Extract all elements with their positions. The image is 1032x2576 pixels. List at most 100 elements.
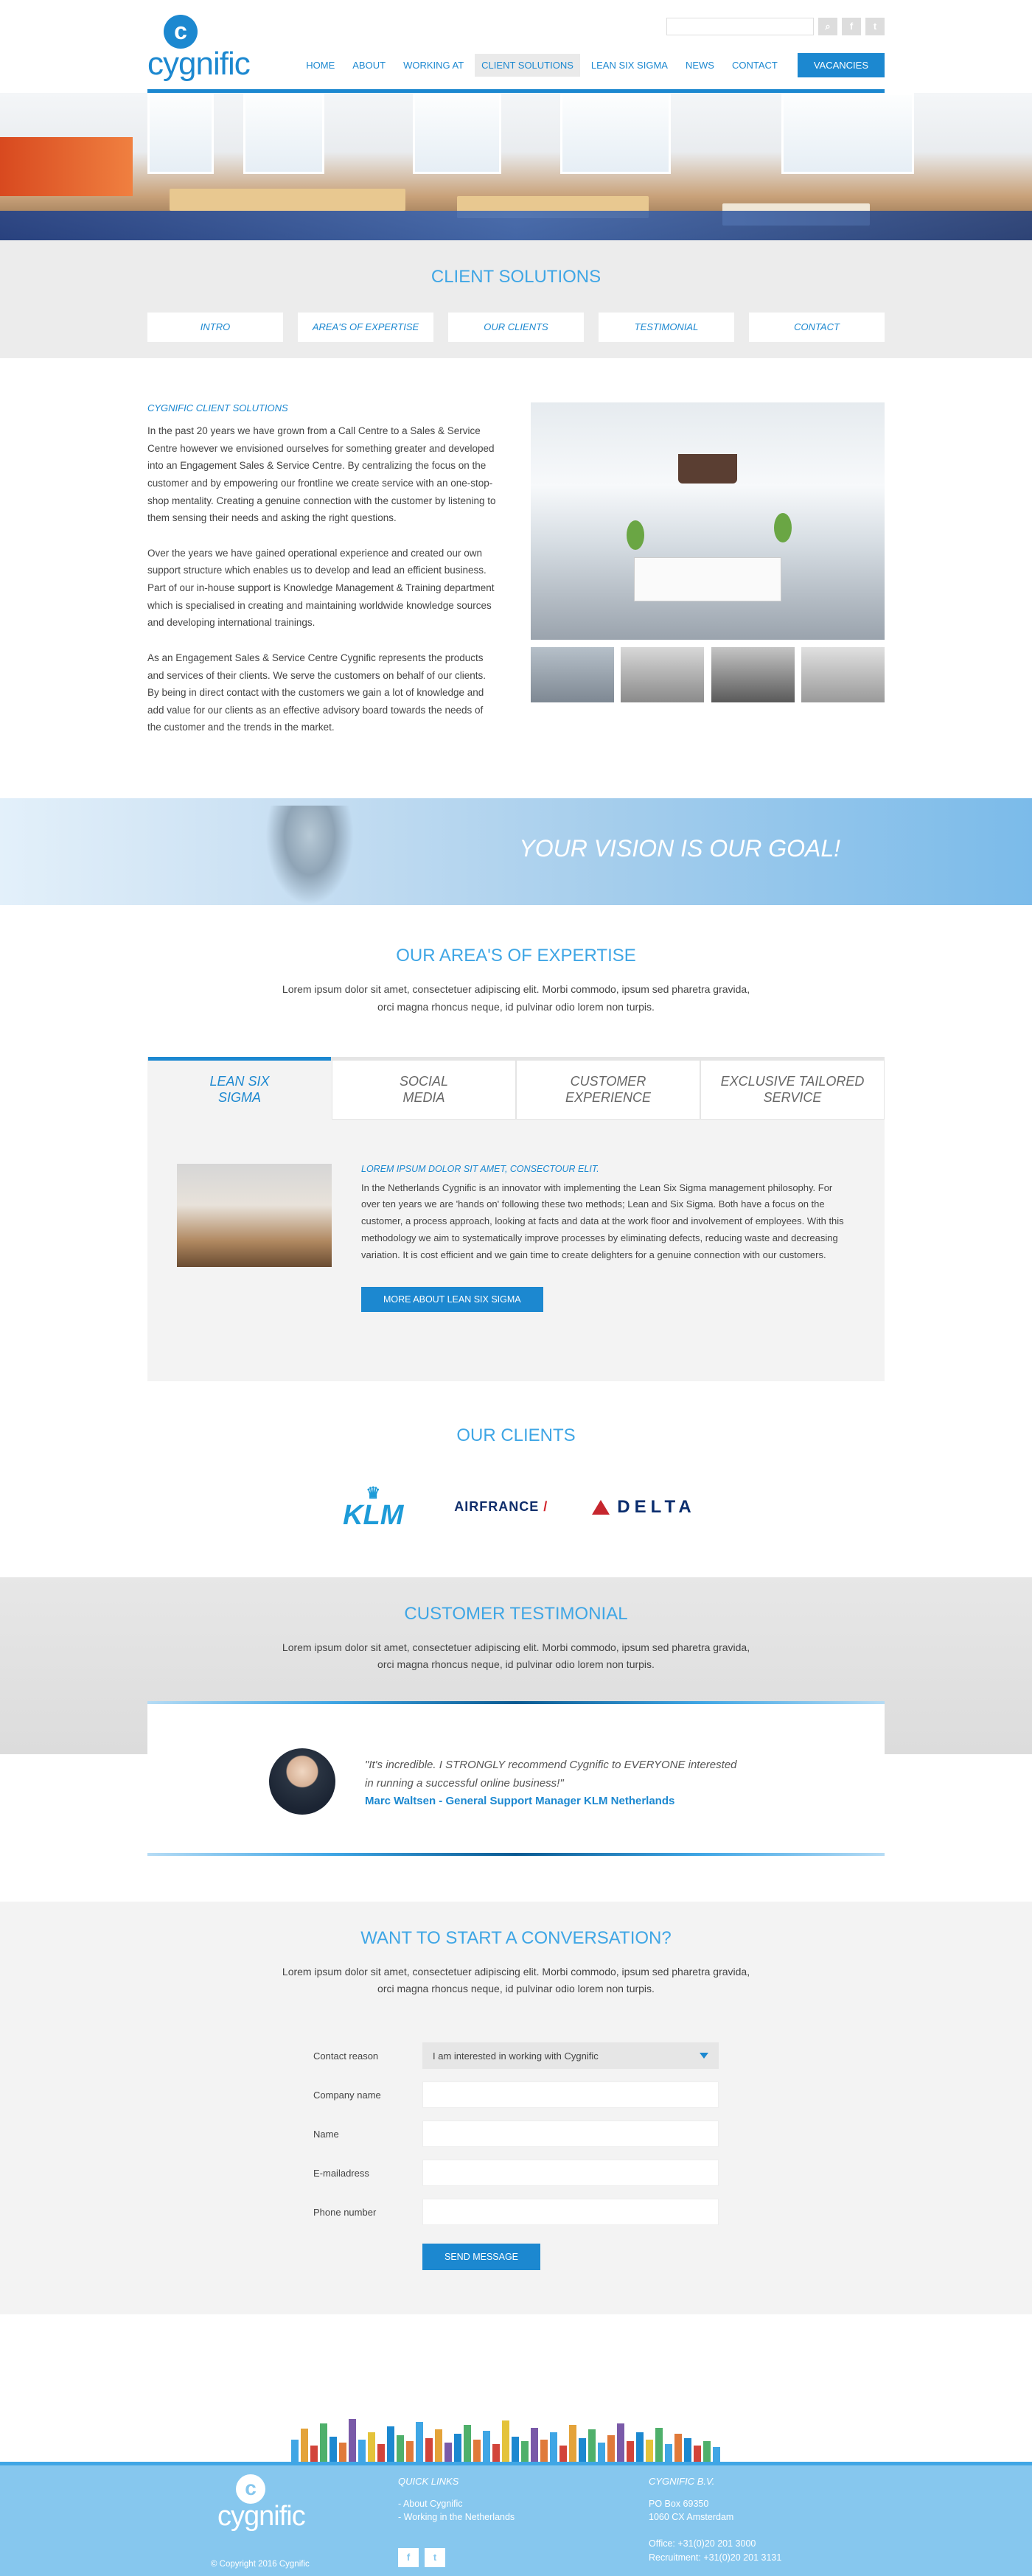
gallery-thumb[interactable]: [801, 647, 885, 702]
tab-panel-image: [177, 1163, 332, 1267]
hero-image: [0, 93, 1032, 240]
tab-panel: LOREM IPSUM DOLOR SIT AMET, CONSECTOUR E…: [147, 1119, 885, 1381]
header-inner: c cygnific ⌕ f t HOME ABOUT WORKING AT C…: [147, 0, 885, 93]
testimonial-card: "It's incredible. I STRONGLY recommend C…: [147, 1700, 885, 1856]
hero-window: [560, 93, 671, 174]
intro-text: CYGNIFIC CLIENT SOLUTIONS In the past 20…: [147, 402, 498, 754]
gallery-thumb[interactable]: [711, 647, 795, 702]
avatar: [269, 1748, 335, 1815]
footer-link-working[interactable]: - Working in the Netherlands: [398, 2510, 515, 2524]
nav-about[interactable]: ABOUT: [346, 54, 392, 77]
contact-intro-line: orci magna rhoncus neque, id pulvinar od…: [377, 1983, 655, 1995]
company-field[interactable]: [422, 2081, 719, 2109]
subnav-intro[interactable]: INTRO: [147, 313, 283, 342]
facebook-icon[interactable]: f: [398, 2548, 419, 2568]
nav-client-solutions[interactable]: CLIENT SOLUTIONS: [475, 54, 580, 77]
gallery-lamp: [678, 454, 737, 484]
clients-title: OUR CLIENTS: [456, 1425, 576, 1445]
footer-link-about[interactable]: - About Cygnific: [398, 2497, 515, 2510]
email-field[interactable]: [422, 2160, 719, 2187]
phone-label: Phone number: [313, 2206, 377, 2218]
twitter-icon[interactable]: t: [865, 18, 885, 35]
phone-field[interactable]: [422, 2199, 719, 2226]
tab-label: SOCIAL: [399, 1073, 449, 1089]
expertise-tabs: LEAN SIX SIGMA SOCIAL MEDIA CUSTOMER EXPERI…: [147, 1056, 885, 1120]
logo-mark: c: [164, 15, 198, 49]
recruitment-phone: Recruitment: +31(0)20 201 3131: [649, 2552, 782, 2563]
send-message-button[interactable]: SEND MESSAGE: [422, 2244, 541, 2271]
nav-lean-six-sigma[interactable]: LEAN SIX SIGMA: [585, 54, 674, 77]
nav-news[interactable]: NEWS: [679, 54, 721, 77]
tab-label: LEAN SIX: [209, 1073, 270, 1089]
gallery-plant: [627, 520, 644, 550]
footer-quick-links: QUICK LINKS - About Cygnific - Working i…: [398, 2476, 515, 2524]
chevron-down-icon: [700, 2053, 708, 2059]
gallery-main-image: [531, 402, 885, 640]
facebook-icon[interactable]: f: [842, 18, 861, 35]
airfrance-wordmark: AIRFRANCE: [454, 1499, 540, 1515]
tab-social-media[interactable]: SOCIAL MEDIA: [332, 1060, 516, 1120]
subnav-testimonial[interactable]: TESTIMONIAL: [599, 313, 734, 342]
site-header: c cygnific ⌕ f t HOME ABOUT WORKING AT C…: [0, 0, 1032, 93]
expertise-intro: Lorem ipsum dolor sit amet, consectetuer…: [147, 981, 885, 1016]
copyright: © Copyright 2016 Cygnific: [211, 2560, 310, 2569]
footer-social: f t: [398, 2548, 445, 2568]
contact-reason-value: I am interested in working with Cygnific: [433, 2050, 599, 2062]
delta-widget-icon: [592, 1499, 610, 1515]
tab-label: EXPERIENCE: [565, 1090, 652, 1106]
subnav-clients[interactable]: OUR CLIENTS: [448, 313, 584, 342]
expertise-intro-line: Lorem ipsum dolor sit amet, consectetuer…: [282, 983, 750, 995]
gallery-thumb[interactable]: [621, 647, 705, 702]
search-icon[interactable]: ⌕: [818, 18, 837, 35]
site-footer: c cygnific © Copyright 2016 Cygnific QUI…: [0, 2462, 1032, 2576]
vision-person-image: [265, 806, 354, 905]
search-input[interactable]: [666, 18, 814, 35]
name-label: Name: [313, 2128, 339, 2140]
contact-intro: Lorem ipsum dolor sit amet, consectetuer…: [147, 1964, 885, 1999]
testimonial-intro-line: orci magna rhoncus neque, id pulvinar od…: [377, 1658, 655, 1671]
subnav-expertise[interactable]: AREA'S OF EXPERTISE: [298, 313, 433, 342]
expertise-section: OUR AREA'S OF EXPERTISE Lorem ipsum dolo…: [147, 905, 885, 1381]
intro-paragraph: In the past 20 years we have grown from …: [147, 425, 496, 524]
contact-section: WANT TO START A CONVERSATION? Lorem ipsu…: [0, 1901, 1032, 2315]
subnav-contact[interactable]: CONTACT: [749, 313, 885, 342]
address-line: 1060 CX Amsterdam: [649, 2512, 734, 2523]
hero-floor: [0, 211, 1032, 240]
klm-logo: ♛ KLM: [336, 1484, 410, 1529]
gallery-plant: [774, 513, 792, 542]
email-label: E-mailadress: [313, 2167, 369, 2179]
nav-home[interactable]: HOME: [299, 54, 341, 77]
section-subnav: INTRO AREA'S OF EXPERTISE OUR CLIENTS TE…: [147, 313, 885, 342]
vacancies-button[interactable]: VACANCIES: [797, 53, 885, 77]
tab-label: EXCLUSIVE TAILORED: [720, 1073, 865, 1089]
hero-window: [147, 93, 214, 174]
expertise-title: OUR AREA'S OF EXPERTISE: [396, 946, 636, 966]
gallery-thumb[interactable]: [531, 647, 614, 702]
more-lean-six-sigma-button[interactable]: MORE ABOUT LEAN SIX SIGMA: [361, 1287, 543, 1313]
testimonial-title: CUSTOMER TESTIMONIAL: [404, 1603, 628, 1624]
intro-heading: CYGNIFIC CLIENT SOLUTIONS: [147, 402, 288, 413]
hero-red-bench: [0, 137, 133, 196]
main-nav: HOME ABOUT WORKING AT CLIENT SOLUTIONS L…: [299, 53, 885, 77]
quote-text: "It's incredible. I STRONGLY recommend C…: [365, 1758, 737, 1790]
tab-exclusive-tailored-service[interactable]: EXCLUSIVE TAILORED SERVICE: [700, 1060, 885, 1120]
address-line: PO Box 69350: [649, 2499, 709, 2510]
tab-panel-text: In the Netherlands Cygnific is an innova…: [361, 1181, 844, 1260]
tab-panel-heading: LOREM IPSUM DOLOR SIT AMET, CONSECTOUR E…: [361, 1163, 599, 1174]
hero-window: [413, 93, 501, 174]
name-field[interactable]: [422, 2121, 719, 2148]
skyline-illustration: [0, 2314, 1032, 2462]
delta-wordmark: DELTA: [617, 1496, 696, 1517]
nav-working-at[interactable]: WORKING AT: [397, 54, 470, 77]
tab-lean-six-sigma[interactable]: LEAN SIX SIGMA: [147, 1056, 332, 1120]
hero-window: [243, 93, 324, 174]
testimonial-quote: "It's incredible. I STRONGLY recommend C…: [365, 1756, 748, 1807]
delta-logo: DELTA: [592, 1497, 695, 1518]
nav-contact[interactable]: CONTACT: [725, 54, 784, 77]
footer-logo[interactable]: c cygnific: [206, 2474, 317, 2533]
contact-reason-select[interactable]: I am interested in working with Cygnific: [422, 2042, 719, 2070]
tab-customer-experience[interactable]: CUSTOMER EXPERIENCE: [516, 1060, 700, 1120]
twitter-icon[interactable]: t: [425, 2548, 445, 2568]
site-logo[interactable]: c cygnific: [147, 15, 251, 85]
logo-wordmark: cygnific: [147, 46, 251, 82]
